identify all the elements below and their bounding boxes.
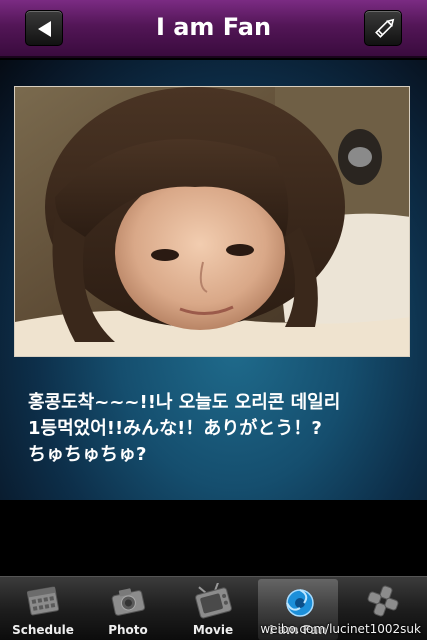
calendar-icon: [26, 586, 60, 616]
fan-icon: [286, 589, 314, 617]
selfie-photo: [15, 87, 409, 356]
clover-icon: [367, 585, 399, 617]
nav-bar: I am Fan: [0, 0, 427, 58]
tab-schedule[interactable]: Schedule: [3, 579, 83, 640]
page-title: I am Fan: [155, 13, 272, 41]
pencil-icon: [375, 18, 395, 38]
edit-button[interactable]: [364, 10, 402, 46]
tab-bar: Schedule Photo Movie I am Fan weibo.com/…: [0, 576, 427, 640]
post-caption: 홍콩도착~~~!!나 오늘도 오리콘 데일리 1등먹었어!!みんな!！ありがとう…: [28, 392, 341, 465]
post-content: 홍콩도착~~~!!나 오늘도 오리콘 데일리 1등먹었어!!みんな!！ありがとう…: [0, 60, 427, 500]
watermark-text: weibo.com/lucinet1002suk: [260, 622, 421, 636]
tab-label: Movie: [192, 623, 234, 637]
camera-icon: [111, 588, 146, 616]
tab-photo[interactable]: Photo: [88, 579, 168, 640]
post-photo[interactable]: [14, 86, 410, 357]
tab-movie[interactable]: Movie: [173, 579, 253, 640]
tab-label: Photo: [108, 623, 148, 637]
tv-icon: [195, 583, 232, 619]
tab-label: Schedule: [12, 623, 74, 637]
